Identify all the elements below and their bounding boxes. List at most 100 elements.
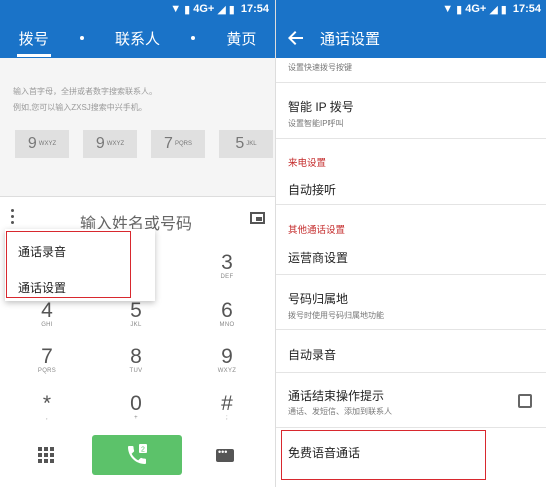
clock: 17:54 xyxy=(240,3,269,15)
divider xyxy=(276,82,546,83)
key-6[interactable]: 6 MNO xyxy=(197,299,257,329)
settings-app-bar: 通话设置 xyxy=(276,18,546,58)
signal-icon: ◢ xyxy=(217,3,226,16)
divider xyxy=(276,138,546,139)
battery-icon: ▮ xyxy=(228,3,235,16)
key-digit: 6 xyxy=(221,299,233,322)
section-header-incoming: 来电设置 xyxy=(288,158,327,169)
divider xyxy=(276,204,546,205)
search-hint-area: 输入首字母，全拼或者数字搜索联系人。 例如,您可以输入ZXSJ搜索中兴手机。 xyxy=(0,58,275,196)
speed-dial-letters: WXYZ xyxy=(38,141,57,147)
wifi-icon: ▼ xyxy=(442,3,454,15)
key-letters: TUV xyxy=(129,368,143,374)
dialer-screen: ▼ ▮ 4G+ ◢ ▮ 17:54 拨号 联系人 黄页 输入首字母，全拼或者数字… xyxy=(0,0,275,487)
auto-record-setting[interactable]: 自动录音 xyxy=(288,346,336,363)
sim-icon: ▮ xyxy=(184,3,191,16)
back-arrow-icon[interactable] xyxy=(288,30,304,46)
key-digit: * xyxy=(42,392,52,415)
battery-icon: ▮ xyxy=(500,3,507,16)
tab-contacts[interactable]: 联系人 xyxy=(109,22,166,55)
hint-text-1: 输入首字母，全拼或者数字搜索联系人。 xyxy=(13,87,157,96)
key-5[interactable]: 5 JKL xyxy=(106,299,166,329)
message-icon[interactable] xyxy=(216,447,234,462)
hint-text-2: 例如,您可以输入ZXSJ搜索中兴手机。 xyxy=(13,103,147,112)
speed-dial-letters: WXYZ xyxy=(106,141,125,147)
divider xyxy=(276,372,546,373)
page-title: 通话设置 xyxy=(320,30,381,48)
status-bar: ▼ ▮ 4G+ ◢ ▮ 17:54 xyxy=(0,0,275,18)
clock: 17:54 xyxy=(512,3,541,15)
tab-yellow-pages[interactable]: 黄页 xyxy=(220,22,262,55)
key-8[interactable]: 8 TUV xyxy=(106,345,166,375)
highlight-box xyxy=(6,231,131,298)
divider xyxy=(276,427,546,428)
speed-dial-key[interactable]: 9 WXYZ xyxy=(15,130,69,158)
key-digit: 5 xyxy=(130,299,142,322)
picture-in-picture-icon[interactable] xyxy=(250,212,265,224)
speed-dial-letters: JKL xyxy=(246,141,257,147)
speed-dial-key[interactable]: 5 JKL xyxy=(219,130,273,158)
key-digit: 9 xyxy=(221,345,233,368)
key-digit: 7 xyxy=(41,345,53,368)
speed-dial-letters: PQRS xyxy=(174,141,192,147)
network-label: 4G+ xyxy=(193,3,215,15)
call-end-prompt-setting[interactable]: 通话结束操作提示 xyxy=(288,387,384,404)
key-3[interactable]: 3 DEF xyxy=(197,251,257,281)
key-hash[interactable]: #; xyxy=(197,392,257,422)
key-letters: + xyxy=(134,415,138,421)
dialpad-toggle-icon[interactable] xyxy=(38,447,54,463)
call-end-prompt-sub: 通话、发短信、添加到联系人 xyxy=(288,407,392,416)
wifi-icon: ▼ xyxy=(170,3,182,15)
tab-separator-dot xyxy=(191,36,196,40)
key-digit: # xyxy=(221,392,233,415)
overflow-menu-icon[interactable] xyxy=(11,209,17,224)
speed-dial-key[interactable]: 7 PQRS xyxy=(151,130,205,158)
sim-icon: ▮ xyxy=(456,3,463,16)
signal-icon: ◢ xyxy=(489,3,498,16)
key-0[interactable]: 0 + xyxy=(106,392,166,422)
key-star[interactable]: *, xyxy=(17,392,77,422)
key-letters: DEF xyxy=(220,274,234,280)
key-letters: JKL xyxy=(130,322,142,328)
highlight-box xyxy=(281,430,486,480)
auto-answer-setting[interactable]: 自动接听 xyxy=(288,181,336,198)
status-bar: ▼ ▮ 4G+ ◢ ▮ 17:54 xyxy=(276,0,546,18)
key-letters: ; xyxy=(226,415,228,421)
key-letters: GHI xyxy=(41,322,53,328)
phone-sim2-icon: 2 xyxy=(128,444,147,464)
key-letters: MNO xyxy=(219,322,235,328)
key-4[interactable]: 4 GHI xyxy=(17,299,77,329)
divider xyxy=(276,274,546,275)
speed-dial-key[interactable]: 9 WXYZ xyxy=(83,130,137,158)
number-location-setting[interactable]: 号码归属地 xyxy=(288,290,348,307)
key-digit: 4 xyxy=(41,299,53,322)
speed-dial-digit: 7 xyxy=(164,135,173,152)
number-location-sub: 拨号时使用号码归属地功能 xyxy=(288,311,384,320)
key-digit: 8 xyxy=(130,345,142,368)
key-letters: , xyxy=(46,415,48,421)
smart-ip-dial-setting[interactable]: 智能 IP 拨号 xyxy=(288,98,354,115)
key-digit: 3 xyxy=(221,251,233,274)
svg-text:2: 2 xyxy=(141,447,145,454)
tab-separator-dot xyxy=(79,36,84,40)
dialer-tab-bar: 拨号 联系人 黄页 xyxy=(0,18,275,58)
call-end-prompt-checkbox[interactable] xyxy=(518,394,532,408)
speed-dial-digit: 9 xyxy=(95,135,105,152)
call-button[interactable]: 2 xyxy=(92,435,182,475)
divider xyxy=(276,329,546,330)
network-label: 4G+ xyxy=(465,3,487,15)
key-7[interactable]: 7 PQRS xyxy=(17,345,77,375)
speed-dial-digit: 9 xyxy=(27,135,37,152)
key-letters: PQRS xyxy=(37,368,57,374)
tab-dial[interactable]: 拨号 xyxy=(13,22,55,57)
section-header-other: 其他通话设置 xyxy=(288,225,346,236)
speed-dial-row: 9 WXYZ 9 WXYZ 7 PQRS 5 JKL xyxy=(15,130,273,158)
key-letters: WXYZ xyxy=(217,368,237,374)
dialer-bottom-bar: 2 xyxy=(0,435,275,487)
smart-ip-dial-sub: 设置智能IP呼叫 xyxy=(288,119,344,128)
key-digit: 0 xyxy=(130,392,142,415)
speed-dial-digit: 5 xyxy=(235,135,245,152)
key-9[interactable]: 9 WXYZ xyxy=(197,345,257,375)
carrier-settings[interactable]: 运营商设置 xyxy=(288,249,348,266)
speed-dial-setting-sub: 设置快速拨号按键 xyxy=(288,63,352,72)
